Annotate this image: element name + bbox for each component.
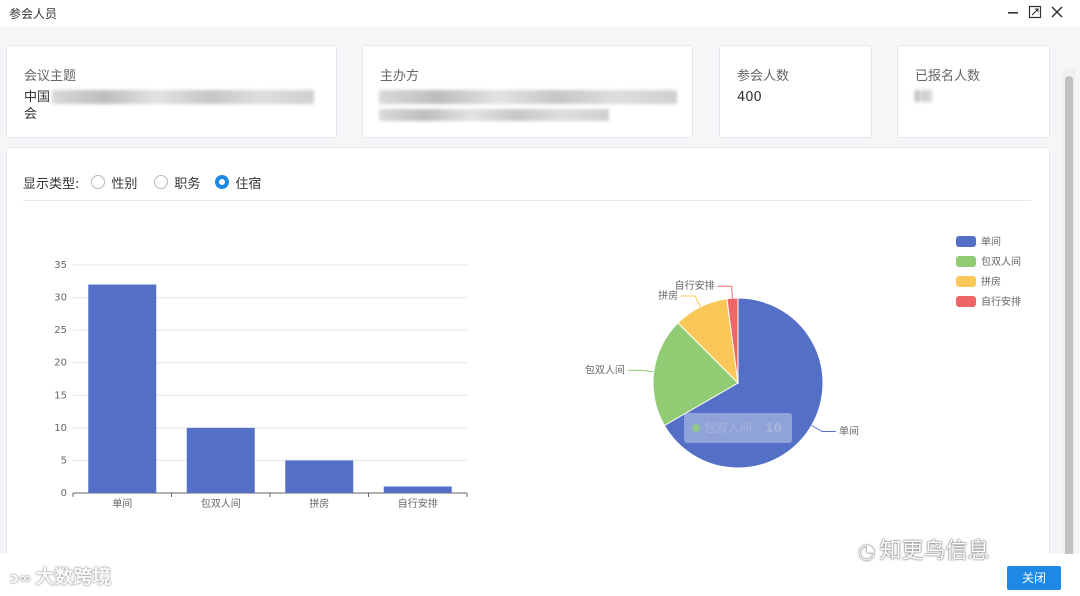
- attendee-count-value: 400: [737, 90, 762, 105]
- tooltip-marker: [692, 424, 700, 432]
- legend-label: 包双人间: [981, 255, 1021, 268]
- pie-chart: 单间包双人间拼房自行安排包双人间 10单间包双人间拼房自行安排: [585, 235, 1021, 469]
- attendee-count-label: 参会人数: [737, 69, 790, 84]
- legend-swatch: [956, 236, 976, 247]
- legend-swatch: [956, 256, 976, 267]
- minimize-icon[interactable]: [1005, 3, 1021, 21]
- redacted-text: [914, 90, 932, 102]
- title-bar: 参会人员: [0, 0, 1080, 26]
- meeting-topic-card: 会议主题 中国 会: [6, 45, 337, 138]
- legend-swatch: [956, 296, 976, 307]
- dialog-title: 参会人员: [9, 7, 58, 21]
- pie-label-line: [717, 285, 733, 299]
- tooltip-label: 包双人间: [704, 421, 752, 435]
- maximize-icon[interactable]: [1027, 3, 1043, 21]
- meeting-topic-label: 会议主题: [24, 69, 77, 84]
- close-icon[interactable]: [1049, 3, 1065, 21]
- watermark-right-text: 知更鸟信息: [879, 539, 990, 564]
- pie-tooltip: 包双人间 10: [684, 413, 792, 443]
- redacted-text: [52, 90, 314, 104]
- tooltip-value: 10: [765, 421, 782, 435]
- close-button[interactable]: 关闭: [1007, 566, 1061, 590]
- meeting-topic-prefix: 中国: [24, 90, 51, 105]
- legend-label: 单间: [981, 235, 1001, 248]
- dialog-content: 会议主题 中国 会 主办方 参会人数 400 已报名人数 显示类型: 性别 职务…: [0, 26, 1080, 578]
- legend-label: 拼房: [981, 275, 1001, 288]
- chart-panel: 显示类型: 性别 职务 住宿 0 5 10 15 20 25 30 35 单间 包双人间 拼房 自行安…: [6, 147, 1050, 557]
- pie-label-line: [811, 425, 837, 432]
- registered-count-card: 已报名人数: [897, 45, 1050, 138]
- meeting-topic-suffix: 会: [24, 107, 38, 122]
- pie-label: 包双人间: [585, 363, 625, 376]
- legend-swatch: [956, 276, 976, 287]
- watermark-logo-icon: ↄ∞: [10, 569, 32, 587]
- redacted-text: [379, 90, 677, 104]
- redacted-text: [379, 109, 609, 121]
- participants-dialog: 参会人员 会议主题 中国 会 主办方 参会人数 400 已报名人数 显示类型: …: [0, 0, 1080, 596]
- watermark-left-text: 大数跨境: [35, 566, 112, 588]
- pie-label: 单间: [839, 425, 859, 438]
- pie-label-line: [681, 295, 701, 307]
- wechat-icon: ◔: [858, 539, 876, 563]
- watermark-left: ↄ∞ 大数跨境: [10, 562, 111, 589]
- attendee-count-card: 参会人数 400: [719, 45, 872, 138]
- legend-label: 自行安排: [981, 295, 1021, 308]
- pie-label-line: [627, 369, 654, 373]
- watermark-right: ◔ 知更鸟信息: [858, 533, 989, 565]
- pie-label: 自行安排: [675, 279, 715, 292]
- organizer-card: 主办方: [362, 45, 693, 138]
- scrollbar-thumb[interactable]: [1065, 76, 1073, 564]
- vertical-scrollbar[interactable]: [1063, 68, 1075, 578]
- registered-count-label: 已报名人数: [915, 69, 981, 84]
- organizer-label: 主办方: [380, 69, 420, 84]
